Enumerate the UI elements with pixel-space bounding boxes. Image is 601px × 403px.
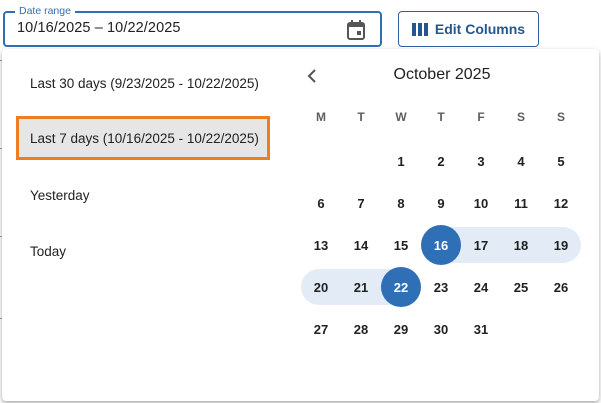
day-number: 21	[353, 279, 369, 295]
day-number: 22	[393, 279, 409, 295]
calendar-day[interactable]: 31	[461, 309, 501, 349]
preset-label: Last 7 days (10/16/2025 - 10/22/2025)	[30, 130, 259, 146]
day-number: 16	[433, 237, 449, 253]
calendar-day[interactable]: 17	[461, 225, 501, 265]
day-number: 15	[393, 237, 409, 253]
calendar-day[interactable]: 27	[301, 309, 341, 349]
day-number: 13	[313, 237, 329, 253]
day-number: 14	[353, 237, 369, 253]
day-number: 29	[393, 321, 409, 337]
calendar-day[interactable]: 5	[541, 141, 581, 181]
range-end-day[interactable]: 22	[381, 267, 421, 307]
calendar-day[interactable]: 19	[541, 225, 581, 265]
day-number: 6	[317, 195, 325, 211]
calendar-day[interactable]: 11	[501, 183, 541, 223]
weekday-label: W	[395, 110, 407, 124]
calendar-day[interactable]: 6	[301, 183, 341, 223]
calendar-day[interactable]: 8	[381, 183, 421, 223]
day-number: 17	[473, 237, 489, 253]
preset-today[interactable]: Today	[16, 229, 270, 273]
day-number: 1	[397, 153, 405, 169]
range-start-day[interactable]: 16	[421, 225, 461, 265]
edit-columns-button[interactable]: Edit Columns	[398, 11, 539, 47]
day-number: 2	[437, 153, 445, 169]
calendar-day[interactable]: 3	[461, 141, 501, 181]
day-number: 4	[517, 153, 525, 169]
calendar-day[interactable]: 9	[421, 183, 461, 223]
calendar-day[interactable]: 23	[421, 267, 461, 307]
calendar-day[interactable]: 26	[541, 267, 581, 307]
preset-yesterday[interactable]: Yesterday	[16, 173, 270, 217]
columns-icon	[411, 22, 428, 36]
day-number: 7	[357, 195, 365, 211]
day-number: 3	[477, 153, 485, 169]
day-number: 23	[433, 279, 449, 295]
calendar-day[interactable]: 4	[501, 141, 541, 181]
calendar-day[interactable]: 30	[421, 309, 461, 349]
calendar-day[interactable]: 24	[461, 267, 501, 307]
day-number: 24	[473, 279, 489, 295]
calendar-day[interactable]: 20	[301, 267, 341, 307]
date-range-popup: Last 30 days (9/23/2025 - 10/22/2025) La…	[2, 49, 599, 401]
calendar-day[interactable]: 15	[381, 225, 421, 265]
preset-last-7-days[interactable]: Last 7 days (10/16/2025 - 10/22/2025)	[16, 116, 270, 160]
page: Date range 10/16/2025 – 10/22/2025 Edit …	[0, 0, 601, 403]
day-number: 12	[553, 195, 569, 211]
calendar-day[interactable]: 10	[461, 183, 501, 223]
calendar-day[interactable]: 13	[301, 225, 341, 265]
weekday-label: S	[516, 110, 525, 124]
preset-label: Last 30 days (9/23/2025 - 10/22/2025)	[30, 75, 259, 91]
date-range-label: Date range	[15, 4, 75, 18]
weekday-label: M	[316, 110, 326, 124]
previous-month-button[interactable]	[302, 66, 322, 86]
day-number: 11	[514, 195, 528, 211]
chevron-left-icon	[307, 69, 316, 83]
day-number: 8	[397, 195, 405, 211]
day-number: 30	[433, 321, 449, 337]
preset-label: Today	[30, 243, 67, 259]
day-number: 9	[437, 195, 445, 211]
calendar-day[interactable]: 18	[501, 225, 541, 265]
calendar-day[interactable]: 28	[341, 309, 381, 349]
date-range-field[interactable]: Date range 10/16/2025 – 10/22/2025	[3, 4, 382, 47]
day-number: 27	[313, 321, 329, 337]
calendar-day[interactable]: 29	[381, 309, 421, 349]
day-number: 26	[553, 279, 569, 295]
calendar-day[interactable]: 1	[381, 141, 421, 181]
calendar-day[interactable]: 25	[501, 267, 541, 307]
date-range-value[interactable]: 10/16/2025 – 10/22/2025	[17, 20, 181, 36]
calendar-day[interactable]: 12	[541, 183, 581, 223]
weekday-label: F	[477, 110, 485, 124]
day-number: 5	[557, 153, 565, 169]
weekday-label: S	[556, 110, 565, 124]
weekday-label: T	[437, 110, 445, 124]
calendar-day[interactable]: 14	[341, 225, 381, 265]
day-number: 20	[313, 279, 329, 295]
calendar-icon[interactable]	[346, 19, 366, 41]
day-number: 25	[513, 279, 529, 295]
day-number: 10	[473, 195, 489, 211]
calendar-day[interactable]: 2	[421, 141, 461, 181]
preset-last-30-days[interactable]: Last 30 days (9/23/2025 - 10/22/2025)	[16, 61, 270, 105]
day-number: 31	[473, 321, 489, 337]
edit-columns-label: Edit Columns	[434, 21, 526, 37]
weekday-label: T	[357, 110, 365, 124]
day-number: 18	[513, 237, 529, 253]
day-number: 28	[353, 321, 369, 337]
preset-label: Yesterday	[30, 187, 90, 203]
day-number: 19	[553, 237, 569, 253]
calendar-day[interactable]: 7	[341, 183, 381, 223]
month-title: October 2025	[393, 66, 491, 83]
calendar-day[interactable]: 21	[341, 267, 381, 307]
